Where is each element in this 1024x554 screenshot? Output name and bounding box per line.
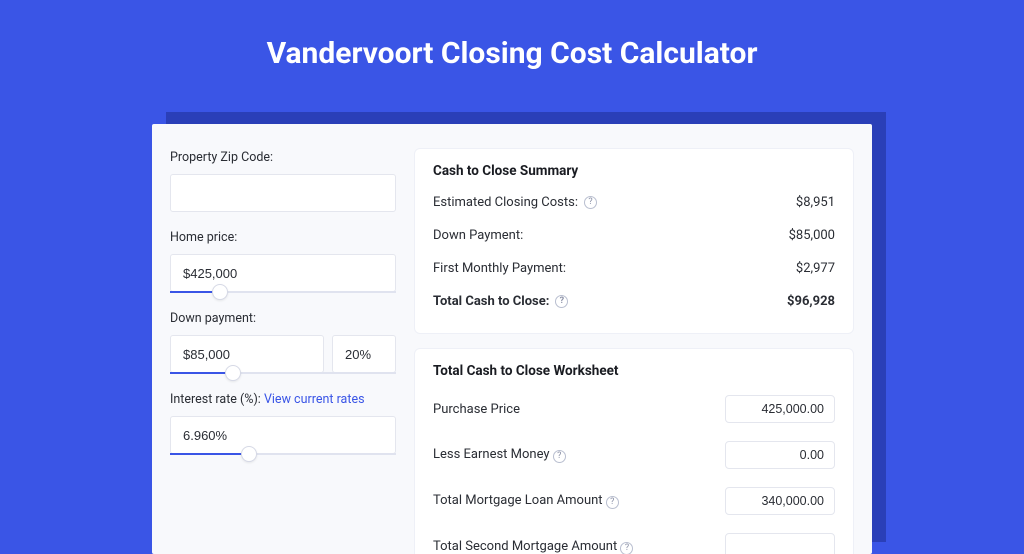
summary-row-first: First Monthly Payment: $2,977 [433,261,835,276]
rate-slider[interactable] [170,453,396,455]
worksheet-title: Total Cash to Close Worksheet [433,363,835,379]
closing-value: $8,951 [796,195,835,210]
page-title: Vandervoort Closing Cost Calculator [0,0,1024,93]
view-rates-link[interactable]: View current rates [264,392,365,407]
help-icon[interactable] [584,196,597,209]
rate-field: Interest rate (%): View current rates [170,392,396,455]
earnest-input[interactable] [725,441,835,469]
summary-row-total: Total Cash to Close: $96,928 [433,294,835,309]
results-column: Cash to Close Summary Estimated Closing … [414,148,854,554]
down-slider[interactable] [170,372,396,374]
total-cash-value: $96,928 [787,294,835,309]
help-icon[interactable] [620,542,633,554]
earnest-label: Less Earnest Money [433,447,550,462]
ws-row-purchase: Purchase Price [433,395,835,423]
second-label: Total Second Mortgage Amount [433,539,617,554]
second-input[interactable] [725,533,835,554]
zip-label: Property Zip Code: [170,150,396,165]
summary-row-closing: Estimated Closing Costs: $8,951 [433,195,835,210]
rate-input[interactable] [170,416,396,454]
down-label: Down payment: [170,311,396,326]
help-icon[interactable] [555,295,568,308]
calculator-card: Property Zip Code: Home price: Down paym… [152,124,872,554]
worksheet-panel: Total Cash to Close Worksheet Purchase P… [414,348,854,554]
summary-title: Cash to Close Summary [433,163,835,179]
closing-label: Estimated Closing Costs: [433,195,578,210]
zip-field: Property Zip Code: [170,150,396,212]
total-cash-label: Total Cash to Close: [433,294,549,309]
down-summary-label: Down Payment: [433,228,523,243]
ws-row-earnest: Less Earnest Money [433,441,835,469]
down-pct-input[interactable] [332,335,396,373]
price-slider[interactable] [170,291,396,293]
purchase-label: Purchase Price [433,402,520,417]
ws-row-loan: Total Mortgage Loan Amount [433,487,835,515]
loan-label: Total Mortgage Loan Amount [433,493,603,508]
rate-slider-thumb[interactable] [241,446,257,462]
inputs-column: Property Zip Code: Home price: Down paym… [170,148,396,554]
ws-row-second: Total Second Mortgage Amount [433,533,835,554]
price-input[interactable] [170,254,396,292]
down-field: Down payment: [170,311,396,374]
purchase-input[interactable] [725,395,835,423]
down-slider-thumb[interactable] [225,365,241,381]
rate-label: Interest rate (%): View current rates [170,392,396,407]
first-payment-value: $2,977 [796,261,835,276]
help-icon[interactable] [606,496,619,509]
down-summary-value: $85,000 [789,228,835,243]
price-field: Home price: [170,230,396,293]
loan-input[interactable] [725,487,835,515]
zip-input[interactable] [170,174,396,212]
down-input[interactable] [170,335,324,373]
help-icon[interactable] [553,450,566,463]
summary-row-down: Down Payment: $85,000 [433,228,835,243]
price-slider-thumb[interactable] [212,284,228,300]
summary-panel: Cash to Close Summary Estimated Closing … [414,148,854,334]
price-label: Home price: [170,230,396,245]
first-payment-label: First Monthly Payment: [433,261,566,276]
